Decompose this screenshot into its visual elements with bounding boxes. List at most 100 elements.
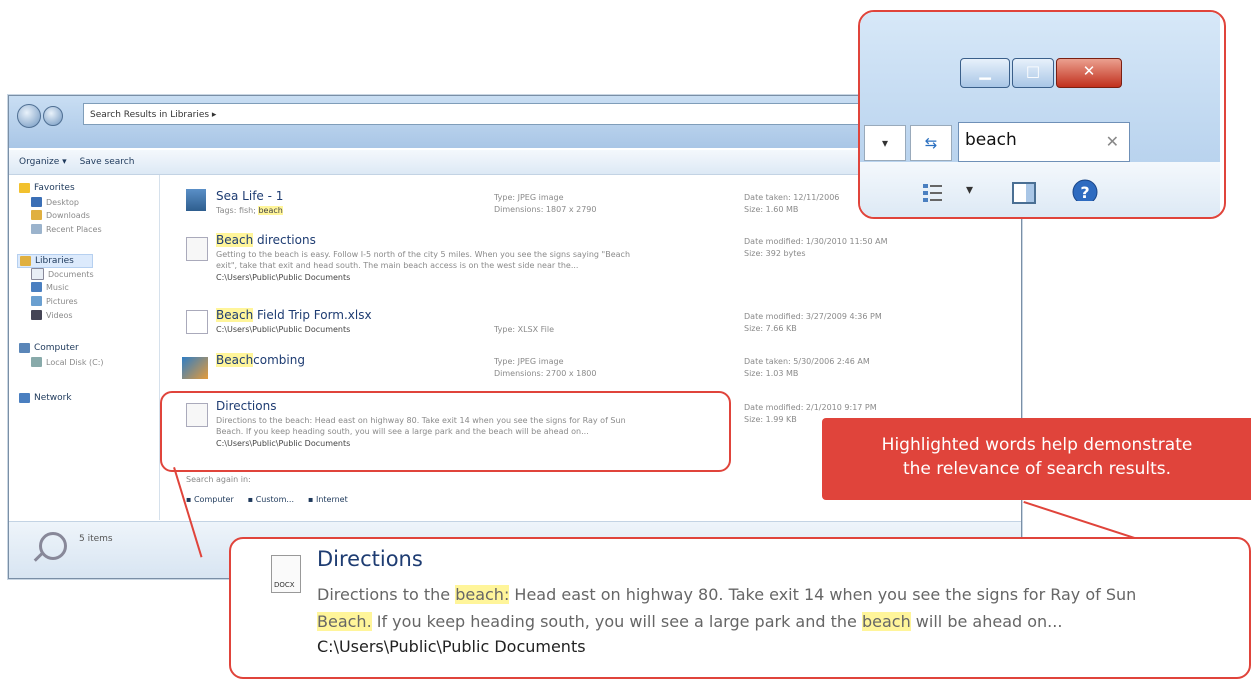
minimize-button[interactable]: ▁ — [960, 58, 1010, 88]
computer-icon — [19, 343, 30, 353]
file-path: C:\Users\Public\Public Documents — [216, 273, 351, 282]
search-again-internet[interactable]: ▪ Internet — [308, 495, 348, 504]
save-search-button[interactable]: Save search — [80, 157, 135, 167]
item-count: 5 items — [79, 534, 113, 544]
documents-icon — [31, 268, 44, 280]
refresh-button[interactable]: ⇆ — [910, 125, 952, 161]
file-type: Type: XLSX File — [494, 325, 555, 334]
file-type: Type: JPEG image — [494, 193, 564, 202]
file-name-highlight: Beach — [216, 233, 254, 247]
nav-item-network[interactable]: Network — [19, 393, 72, 403]
music-icon — [31, 282, 42, 292]
downloads-icon — [31, 210, 42, 220]
file-name: Sea Life - 1 — [216, 189, 284, 203]
back-button[interactable] — [17, 104, 41, 128]
navigation-pane: Favorites Desktop Downloads Recent Place… — [9, 175, 160, 520]
clear-search-icon[interactable]: ✕ — [1106, 132, 1119, 151]
view-options-icon[interactable] — [922, 182, 944, 204]
search-again-links: ▪ Computer ▪ Custom... ▪ Internet — [186, 495, 348, 504]
close-button[interactable]: ✕ — [1056, 58, 1122, 88]
date-taken: Date taken: 12/11/2006 — [744, 193, 840, 202]
file-extension-label: DOCX — [274, 581, 295, 589]
xlsx-file-icon — [186, 310, 208, 334]
nav-item-downloads[interactable]: Downloads — [31, 210, 90, 220]
nav-item-favorites[interactable]: Favorites — [19, 183, 75, 193]
file-name-highlight: Beach — [216, 353, 254, 367]
highlight: Beach. — [317, 612, 372, 631]
list-item[interactable]: Beachcombing Type: JPEG image Dimensions… — [164, 353, 994, 383]
callout-line: Highlighted words help demonstrate — [881, 435, 1193, 455]
videos-icon — [31, 310, 42, 320]
date-modified: Date modified: 2/1/2010 9:17 PM — [744, 403, 877, 412]
chevron-down-icon[interactable]: ▾ — [966, 182, 973, 198]
result-title[interactable]: Directions — [317, 547, 423, 571]
organize-button[interactable]: Organize ▾ — [19, 157, 67, 167]
address-text: Search Results in Libraries ▸ — [90, 110, 217, 120]
search-again-computer[interactable]: ▪ Computer — [186, 495, 234, 504]
snippet-line: exit", take that exit and head south. Th… — [216, 261, 579, 270]
jpeg-file-icon — [186, 189, 206, 211]
callout-note: Highlighted words help demonstrate the r… — [822, 418, 1251, 500]
search-box-zoom: ▁ □ ✕ ▾ ⇆ beach ✕ ▾ ? — [858, 10, 1226, 219]
file-size: Size: 1.03 MB — [744, 369, 799, 378]
file-dimensions: Dimensions: 1807 x 2790 — [494, 205, 597, 214]
search-input[interactable]: beach ✕ — [958, 122, 1130, 162]
disk-icon — [31, 357, 42, 367]
highlight: beach — [861, 612, 911, 631]
file-name-highlight: Beach — [216, 308, 254, 322]
file-type: Type: JPEG image — [494, 357, 564, 366]
file-size: Size: 1.60 MB — [744, 205, 799, 214]
forward-button[interactable] — [43, 106, 63, 126]
nav-item-music[interactable]: Music — [31, 282, 69, 292]
file-size: Size: 392 bytes — [744, 249, 806, 258]
chevron-down-icon: ▾ — [881, 136, 889, 150]
preview-pane-icon[interactable] — [1012, 182, 1036, 204]
list-item[interactable]: Beach directions Getting to the beach is… — [164, 233, 994, 288]
pictures-icon — [31, 296, 42, 306]
file-name: Field Trip Form.xlsx — [253, 308, 372, 322]
jpeg-file-icon — [182, 357, 208, 379]
nav-item-videos[interactable]: Videos — [31, 310, 73, 320]
nav-item-recent-places[interactable]: Recent Places — [31, 224, 102, 234]
nav-item-documents[interactable]: Documents — [31, 268, 94, 280]
file-size: Size: 7.66 KB — [744, 324, 797, 333]
search-again-custom[interactable]: ▪ Custom... — [248, 495, 294, 504]
tags: Tags: fish; — [216, 206, 259, 215]
date-modified: Date modified: 1/30/2010 11:50 AM — [744, 237, 888, 246]
file-size: Size: 1.99 KB — [744, 415, 797, 424]
nav-item-libraries[interactable]: Libraries — [17, 254, 93, 268]
nav-item-pictures[interactable]: Pictures — [31, 296, 78, 306]
snippet-line: Getting to the beach is easy. Follow I-5… — [216, 250, 631, 259]
refresh-icon: ⇆ — [924, 134, 938, 152]
search-query: beach — [965, 130, 1017, 150]
nav-item-local-disk[interactable]: Local Disk (C:) — [31, 357, 104, 367]
result-snippet: Directions to the beach: Head east on hi… — [317, 585, 1137, 631]
svg-text:?: ? — [1080, 183, 1089, 201]
highlight: beach: — [455, 585, 510, 604]
recent-places-icon — [31, 224, 42, 234]
view-toolbar: ▾ ? — [860, 162, 1220, 217]
docx-file-icon: DOCX — [271, 555, 301, 593]
tags-highlight: beach — [258, 206, 283, 215]
nav-item-desktop[interactable]: Desktop — [31, 197, 79, 207]
address-bar[interactable]: Search Results in Libraries ▸ — [83, 103, 913, 125]
callout-line: the relevance of search results. — [902, 459, 1172, 479]
maximize-button[interactable]: □ — [1012, 58, 1054, 88]
nav-item-computer[interactable]: Computer — [19, 343, 79, 353]
file-dimensions: Dimensions: 2700 x 1800 — [494, 369, 597, 378]
search-icon — [39, 532, 67, 560]
network-icon — [19, 393, 30, 403]
date-taken: Date taken: 5/30/2006 2:46 AM — [744, 357, 870, 366]
address-dropdown-button[interactable]: ▾ — [864, 125, 906, 161]
help-icon[interactable]: ? — [1072, 179, 1098, 201]
file-name: directions — [253, 233, 316, 247]
search-again-label: Search again in: — [186, 475, 251, 484]
globe-icon: ▪ — [308, 495, 316, 504]
computer-icon: ▪ — [186, 495, 194, 504]
directions-highlight-box — [160, 391, 731, 472]
result-path: C:\Users\Public\Public Documents — [317, 637, 586, 656]
date-modified: Date modified: 3/27/2009 4:36 PM — [744, 312, 882, 321]
text-file-icon — [186, 237, 208, 261]
desktop-icon — [31, 197, 42, 207]
list-item[interactable]: Beach Field Trip Form.xlsx C:\Users\Publ… — [164, 308, 994, 338]
